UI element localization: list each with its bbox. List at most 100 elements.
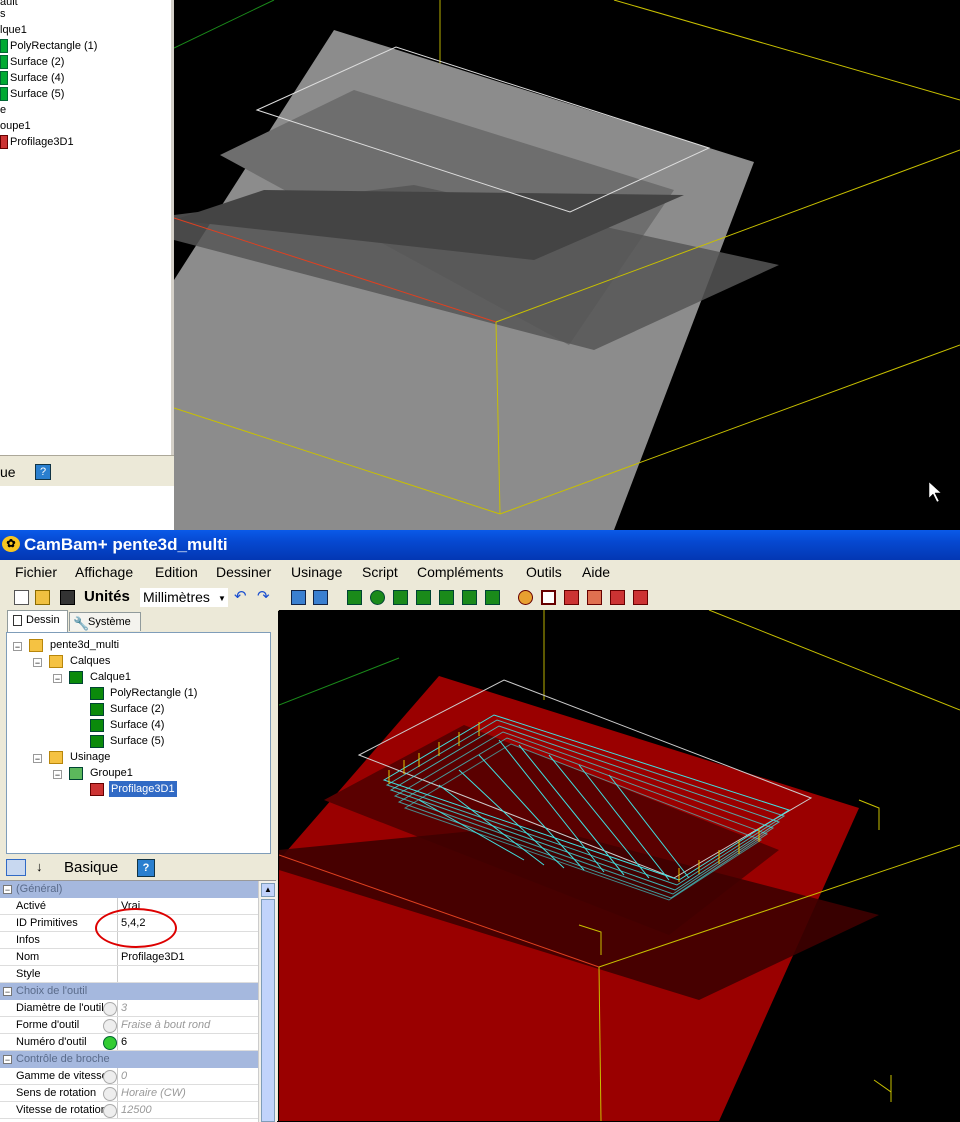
prop-row[interactable]: Vitesse de rotation 12500 xyxy=(0,1102,258,1119)
tree-item-polyrectangle[interactable]: PolyRectangle (1) xyxy=(110,685,197,701)
menu-edition[interactable]: Edition xyxy=(155,564,198,580)
surface-icon xyxy=(90,735,104,748)
drill-op-icon[interactable] xyxy=(518,590,533,605)
menu-bar: Fichier Affichage Edition Dessiner Usina… xyxy=(0,560,960,586)
collapse-toggle[interactable]: − xyxy=(53,674,62,684)
profile-op-icon[interactable] xyxy=(541,590,556,605)
prop-row[interactable]: Diamètre de l'outil 3 xyxy=(0,1000,258,1017)
chevron-down-icon[interactable]: ▼ xyxy=(218,594,226,603)
top-tree-item[interactable]: Profilage3D1 xyxy=(0,134,74,150)
gcode-op-icon[interactable] xyxy=(633,590,648,605)
arc-tool-icon[interactable] xyxy=(462,590,477,605)
override-icon[interactable] xyxy=(103,1036,117,1050)
redo-icon[interactable]: ↷ xyxy=(257,589,272,605)
prop-row[interactable]: Style xyxy=(0,966,258,983)
prop-row[interactable]: Gamme de vitesse 0 xyxy=(0,1068,258,1085)
top-tree-item[interactable]: PolyRectangle (1) xyxy=(0,38,97,54)
toolpath-icon xyxy=(90,783,104,796)
tab-systeme[interactable]: 🔧 Système xyxy=(69,612,141,631)
top-props-toolbar: ue ? xyxy=(0,455,174,486)
tree-op-profilage[interactable]: Profilage3D1 xyxy=(109,781,177,797)
snap-grid-icon[interactable] xyxy=(291,590,306,605)
collapse-toggle[interactable]: − xyxy=(33,754,42,764)
top-3d-viewport[interactable] xyxy=(174,0,960,530)
inherit-icon[interactable] xyxy=(103,1070,117,1084)
tree-calque1[interactable]: Calque1 xyxy=(90,669,131,685)
rectangle-tool-icon[interactable] xyxy=(416,590,431,605)
help-icon[interactable]: ? xyxy=(35,464,51,480)
menu-complements[interactable]: Compléments xyxy=(417,564,503,580)
undo-icon[interactable]: ↶ xyxy=(234,589,249,605)
help-icon[interactable]: ? xyxy=(137,859,155,877)
category-broche[interactable]: − Contrôle de broche xyxy=(0,1051,258,1068)
prop-value[interactable]: 3 xyxy=(121,1000,127,1016)
3d-profile-op-icon[interactable] xyxy=(587,590,602,605)
collapse-toggle[interactable]: − xyxy=(53,770,62,780)
tree-groupe1[interactable]: Groupe1 xyxy=(90,765,133,781)
surface-tool-icon[interactable] xyxy=(485,590,500,605)
text-tool-icon[interactable] xyxy=(439,590,454,605)
tab-dessin[interactable]: Dessin xyxy=(7,610,68,632)
prop-value[interactable]: 0 xyxy=(121,1068,127,1084)
prop-value[interactable]: Horaire (CW) xyxy=(121,1085,186,1101)
menu-usinage[interactable]: Usinage xyxy=(291,564,342,580)
polyline-tool-icon[interactable] xyxy=(347,590,362,605)
prop-row[interactable]: Forme d'outil Fraise à bout rond xyxy=(0,1017,258,1034)
menu-dessiner[interactable]: Dessiner xyxy=(216,564,271,580)
menu-aide[interactable]: Aide xyxy=(582,564,610,580)
tree-root[interactable]: pente3d_multi xyxy=(50,637,119,653)
grid-icon[interactable] xyxy=(313,590,328,605)
window-titlebar[interactable]: ✿ CamBam+ pente3d_multi xyxy=(0,530,960,560)
menu-script[interactable]: Script xyxy=(362,564,398,580)
prop-row[interactable]: Nom Profilage3D1 xyxy=(0,949,258,966)
collapse-toggle[interactable]: − xyxy=(13,642,22,652)
prop-row[interactable]: Numéro d'outil 6 xyxy=(0,1034,258,1051)
scroll-up-icon[interactable]: ▲ xyxy=(261,883,275,897)
top-tree-item[interactable]: lque1 xyxy=(0,22,27,38)
top-tree-item[interactable]: Surface (4) xyxy=(0,70,64,86)
sort-az-icon[interactable]: ↓ xyxy=(36,859,43,874)
collapse-toggle[interactable]: − xyxy=(33,658,42,668)
category-general[interactable]: − (Général) xyxy=(0,881,258,898)
stock-edge xyxy=(613,0,960,101)
inherit-icon[interactable] xyxy=(103,1019,117,1033)
scroll-thumb[interactable] xyxy=(261,899,275,1122)
save-icon[interactable] xyxy=(60,590,75,605)
top-tree-item[interactable]: Surface (5) xyxy=(0,86,64,102)
tree-usinage[interactable]: Usinage xyxy=(70,749,110,765)
points-tool-icon[interactable] xyxy=(393,590,408,605)
units-select[interactable]: Millimètres xyxy=(140,588,228,607)
group-icon xyxy=(69,767,83,780)
prop-value[interactable]: Profilage3D1 xyxy=(121,949,185,965)
categorized-view-icon[interactable] xyxy=(6,859,26,876)
surface-icon xyxy=(0,71,8,86)
category-outil[interactable]: − Choix de l'outil xyxy=(0,983,258,1000)
pocket-op-icon[interactable] xyxy=(564,590,579,605)
tree-calques[interactable]: Calques xyxy=(70,653,110,669)
tree-item-surface-2[interactable]: Surface (2) xyxy=(110,701,164,717)
prop-value[interactable]: Fraise à bout rond xyxy=(121,1017,210,1033)
prop-value[interactable]: 6 xyxy=(121,1034,127,1050)
menu-fichier[interactable]: Fichier xyxy=(15,564,57,580)
menu-outils[interactable]: Outils xyxy=(526,564,562,580)
scrollbar[interactable]: ▲ xyxy=(258,881,277,1122)
prop-row[interactable]: Sens de rotation Horaire (CW) xyxy=(0,1085,258,1102)
tree-item-surface-5[interactable]: Surface (5) xyxy=(110,733,164,749)
prop-value[interactable]: 12500 xyxy=(121,1102,152,1118)
inherit-icon[interactable] xyxy=(103,1002,117,1016)
bottom-3d-viewport[interactable] xyxy=(279,610,960,1121)
top-tree-item[interactable]: s xyxy=(0,6,6,22)
top-tree-item[interactable]: e xyxy=(0,102,6,118)
inherit-icon[interactable] xyxy=(103,1087,117,1101)
top-tree-item[interactable]: Surface (2) xyxy=(0,54,64,70)
tree-item-surface-4[interactable]: Surface (4) xyxy=(110,717,164,733)
top-view-mode-label[interactable]: ue xyxy=(0,464,16,480)
open-folder-icon[interactable] xyxy=(35,590,50,605)
new-file-icon[interactable] xyxy=(14,590,29,605)
circle-tool-icon[interactable] xyxy=(370,590,385,605)
inherit-icon[interactable] xyxy=(103,1104,117,1118)
view-mode-label[interactable]: Basique xyxy=(64,859,118,876)
top-tree-item[interactable]: oupe1 xyxy=(0,118,31,134)
menu-affichage[interactable]: Affichage xyxy=(75,564,133,580)
engrave-op-icon[interactable] xyxy=(610,590,625,605)
